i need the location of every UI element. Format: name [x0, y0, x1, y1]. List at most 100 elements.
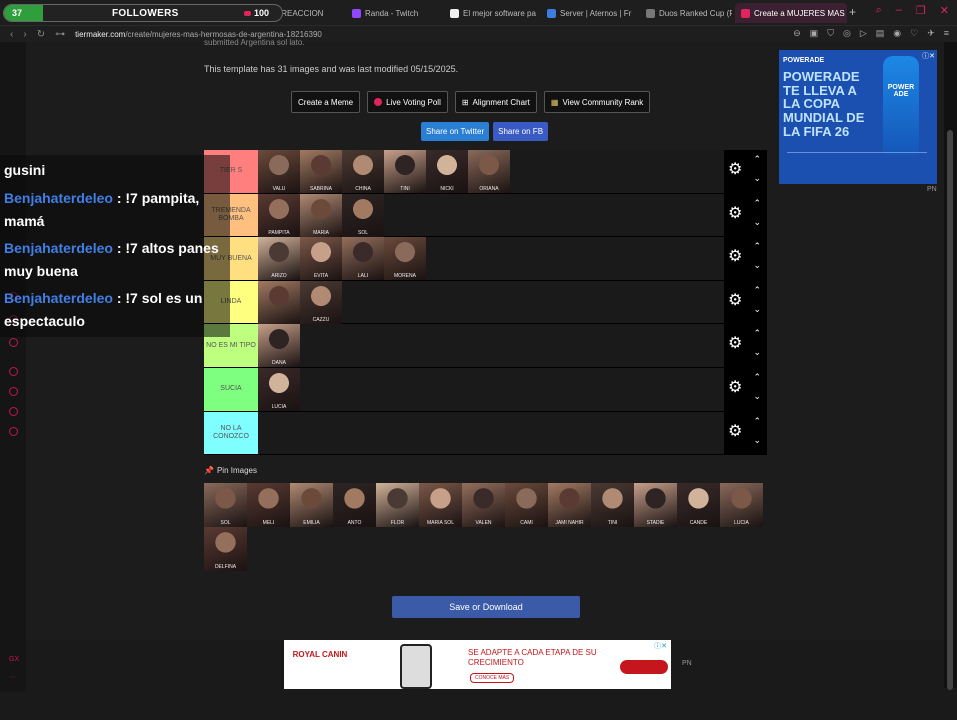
tier-item-image[interactable]	[258, 280, 300, 324]
tier-settings-gear-icon[interactable]: ⚙	[728, 379, 742, 396]
pool-item-image[interactable]: VALEN	[462, 483, 505, 527]
ad-info-icon[interactable]: ⓘ✕	[654, 641, 667, 651]
pool-item-image[interactable]: LUCIA	[720, 483, 763, 527]
new-tab-button[interactable]: +	[849, 5, 856, 19]
tier-item-image[interactable]: PAMPITA	[258, 193, 300, 237]
page-scrollbar[interactable]	[944, 42, 957, 690]
scrollbar-thumb[interactable]	[947, 130, 953, 690]
menu-icon[interactable]: ≡	[944, 28, 949, 39]
royal-canin-ad[interactable]: ROYAL CANIN SE ADAPTE A CADA ETAPA DE SU…	[284, 640, 671, 689]
tier-settings-gear-icon[interactable]: ⚙	[728, 162, 742, 178]
tier-item-image[interactable]: CAZZU	[300, 280, 342, 324]
pool-item-image[interactable]: JAMI NAHIR	[548, 483, 591, 527]
move-up-chevron-icon[interactable]: ⌃	[753, 372, 761, 382]
minimize-icon[interactable]: –	[896, 4, 902, 17]
move-down-chevron-icon[interactable]: ⌄	[753, 261, 761, 270]
sidebar-settings-icon[interactable]	[9, 407, 18, 416]
zoom-icon[interactable]: ⊖	[793, 28, 801, 39]
move-down-chevron-icon[interactable]: ⌄	[753, 435, 761, 445]
reload-icon[interactable]: ↻	[37, 29, 45, 40]
move-up-chevron-icon[interactable]: ⌃	[753, 198, 761, 208]
tier-item-image[interactable]: ORIANA	[468, 150, 510, 193]
tier-item-image[interactable]: NICKI	[426, 150, 468, 193]
tier-items-drop-zone[interactable]: VALU SABRINA CHINA TINI NICKI ORIANA	[258, 150, 767, 193]
tier-item-image[interactable]: MARIA	[300, 193, 342, 237]
close-icon[interactable]: ✕	[940, 4, 949, 17]
move-up-chevron-icon[interactable]: ⌃	[753, 155, 761, 164]
tier-settings-gear-icon[interactable]: ⚙	[728, 423, 742, 440]
pool-item-image[interactable]: MARIA SOL	[419, 483, 462, 527]
pool-item-image[interactable]: CAMI	[505, 483, 548, 527]
ad-close-icon[interactable]: ⓘ✕	[922, 51, 935, 61]
tier-item-image[interactable]: CHINA	[342, 150, 384, 193]
pool-item-image[interactable]: FLOR	[376, 483, 419, 527]
move-up-chevron-icon[interactable]: ⌃	[753, 329, 761, 338]
tier-label[interactable]: SUCIA	[204, 367, 258, 411]
tier-item-image[interactable]: LUCIA	[258, 367, 300, 411]
tier-item-image[interactable]: TINI	[384, 150, 426, 193]
powerade-ad[interactable]: POWERADE POWERADE TE LLEVA A LA COPA MUN…	[779, 50, 937, 184]
gear-icon[interactable]	[9, 427, 18, 436]
move-down-chevron-icon[interactable]: ⌄	[753, 217, 761, 227]
history-icon[interactable]	[9, 387, 18, 396]
move-down-chevron-icon[interactable]: ⌄	[753, 391, 761, 401]
browser-tab[interactable]: El mejor software pa	[444, 3, 540, 23]
heart-icon[interactable]: ♡	[910, 28, 918, 39]
vpn-icon[interactable]: ◎	[843, 28, 851, 39]
pin-images-toggle[interactable]: 📌 Pin Images	[204, 466, 257, 475]
tier-settings-gear-icon[interactable]: ⚙	[728, 292, 742, 309]
more-icon[interactable]: ···	[9, 674, 16, 681]
pool-item-image[interactable]: STADIE	[634, 483, 677, 527]
share-fb-button[interactable]: Share on FB	[493, 122, 549, 141]
pool-item-image[interactable]: TINI	[591, 483, 634, 527]
tier-item-image[interactable]: SOL	[342, 193, 384, 237]
move-up-chevron-icon[interactable]: ⌃	[753, 242, 761, 251]
pool-item-image[interactable]: CANDE	[677, 483, 720, 527]
browser-tab[interactable]: Randa - Twitch	[346, 3, 442, 23]
move-down-chevron-icon[interactable]: ⌄	[753, 174, 761, 183]
save-download-button[interactable]: Save or Download	[392, 596, 580, 618]
tier-items-drop-zone[interactable]: LUCIA	[258, 367, 767, 411]
play-icon[interactable]: ▷	[860, 28, 867, 39]
tier-item-image[interactable]: DANA	[258, 324, 300, 368]
move-up-chevron-icon[interactable]: ⌃	[753, 416, 761, 426]
ad-cta-button[interactable]: CONOCE MÁS	[470, 673, 515, 683]
view-community-rank-button[interactable]: ▦ View Community Rank	[543, 91, 651, 113]
browser-tab[interactable]: Duos Ranked Cup (P	[640, 3, 732, 23]
tier-items-drop-zone[interactable]: ARIZO EVITA LALI MORENA	[258, 237, 767, 281]
live-voting-poll-button[interactable]: Live Voting Poll	[367, 91, 448, 113]
twitch-icon[interactable]	[9, 338, 18, 347]
tier-items-drop-zone[interactable]: DANA	[258, 324, 767, 368]
tier-item-image[interactable]: EVITA	[300, 237, 342, 281]
move-down-chevron-icon[interactable]: ⌄	[753, 304, 761, 314]
forward-icon[interactable]: ›	[23, 29, 26, 40]
tier-item-image[interactable]: MORENA	[384, 237, 426, 281]
search-icon[interactable]: ⌕	[876, 4, 882, 17]
alignment-chart-button[interactable]: ⊞ Alignment Chart	[454, 91, 537, 113]
tier-item-image[interactable]: LALI	[342, 237, 384, 281]
tier-settings-gear-icon[interactable]: ⚙	[728, 336, 742, 352]
maximize-icon[interactable]: ❐	[916, 4, 926, 17]
create-meme-button[interactable]: Create a Meme	[291, 91, 361, 113]
tier-item-image[interactable]: SABRINA	[300, 150, 342, 193]
tier-settings-gear-icon[interactable]: ⚙	[728, 205, 742, 222]
pool-item-image[interactable]: ANTO	[333, 483, 376, 527]
pool-item-image[interactable]: EMILIA	[290, 483, 333, 527]
tier-item-image[interactable]: ARIZO	[258, 237, 300, 281]
tier-label[interactable]: NO LA CONOZCO	[204, 411, 258, 455]
tier-items-drop-zone[interactable]: PAMPITA MARIA SOL	[258, 193, 767, 237]
pool-item-image[interactable]: SOL	[204, 483, 247, 527]
share-twitter-button[interactable]: Share on Twitter	[421, 122, 490, 141]
ai-icon[interactable]: ✈	[927, 28, 935, 39]
extensions-icon[interactable]: ▤	[876, 28, 885, 39]
tier-settings-gear-icon[interactable]: ⚙	[728, 249, 742, 265]
profile-icon[interactable]: ◉	[893, 28, 901, 39]
browser-tab[interactable]: Server | Aternos | Fr	[541, 3, 637, 23]
move-down-chevron-icon[interactable]: ⌄	[753, 348, 761, 357]
move-up-chevron-icon[interactable]: ⌃	[753, 285, 761, 295]
pool-item-image[interactable]: DELFINA	[204, 527, 247, 571]
camera-icon[interactable]: ▣	[810, 28, 819, 39]
back-icon[interactable]: ‹	[10, 29, 13, 40]
add-icon[interactable]	[9, 367, 18, 376]
tier-item-image[interactable]: VALU	[258, 150, 300, 193]
